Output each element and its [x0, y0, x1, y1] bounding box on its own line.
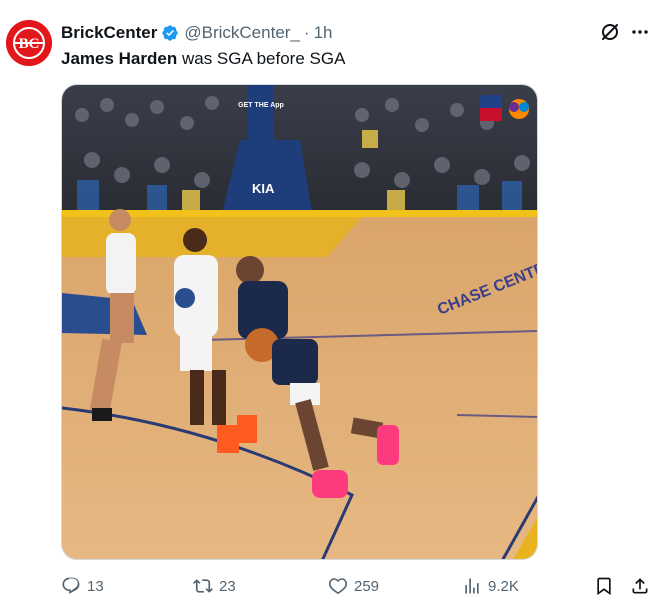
tweet-actions: 13 23 259 9.2K — [0, 573, 660, 599]
separator-dot: · — [303, 23, 310, 42]
svg-text:BC: BC — [19, 36, 40, 52]
svg-text:KIA: KIA — [252, 181, 275, 196]
retweet-count: 23 — [219, 577, 236, 595]
reply-count: 13 — [87, 577, 104, 595]
views-button[interactable]: 9.2K — [462, 573, 519, 599]
bookmark-button[interactable] — [594, 573, 614, 599]
reply-icon — [61, 576, 81, 596]
tweet-card[interactable]: BC BrickCenter @BrickCenter_ · 1h James … — [0, 0, 660, 608]
like-count: 259 — [354, 577, 380, 595]
user-handle[interactable]: @BrickCenter_ — [184, 23, 300, 43]
views-count: 9.2K — [488, 577, 519, 595]
verified-badge-icon — [161, 24, 179, 42]
display-name[interactable]: BrickCenter — [61, 23, 157, 43]
tweet-text-bold: James Harden — [61, 49, 178, 68]
retweet-icon — [193, 576, 213, 596]
share-button[interactable] — [630, 573, 650, 599]
basketball-scene: GET THE App KIA CHASE CENTER — [62, 85, 537, 559]
tweet-text-rest: was SGA before SGA — [177, 49, 346, 68]
grok-icon[interactable] — [598, 20, 622, 44]
heart-icon — [328, 576, 348, 596]
share-icon — [630, 576, 650, 596]
svg-text:GET THE App: GET THE App — [238, 102, 284, 109]
avatar-logo: BC — [6, 20, 52, 66]
bookmark-icon — [594, 576, 614, 596]
reply-button[interactable]: 13 — [61, 573, 104, 599]
like-button[interactable]: 259 — [328, 573, 379, 599]
more-icon[interactable] — [628, 20, 652, 44]
tweet-text: James Harden was SGA before SGA — [61, 48, 345, 70]
avatar[interactable]: BC — [6, 20, 52, 66]
tweet-media-image[interactable]: GET THE App KIA CHASE CENTER — [61, 84, 538, 560]
tweet-header: BrickCenter @BrickCenter_ · 1h — [61, 22, 332, 44]
retweet-button[interactable]: 23 — [193, 573, 236, 599]
timestamp[interactable]: 1h — [314, 23, 333, 43]
views-icon — [462, 576, 482, 596]
